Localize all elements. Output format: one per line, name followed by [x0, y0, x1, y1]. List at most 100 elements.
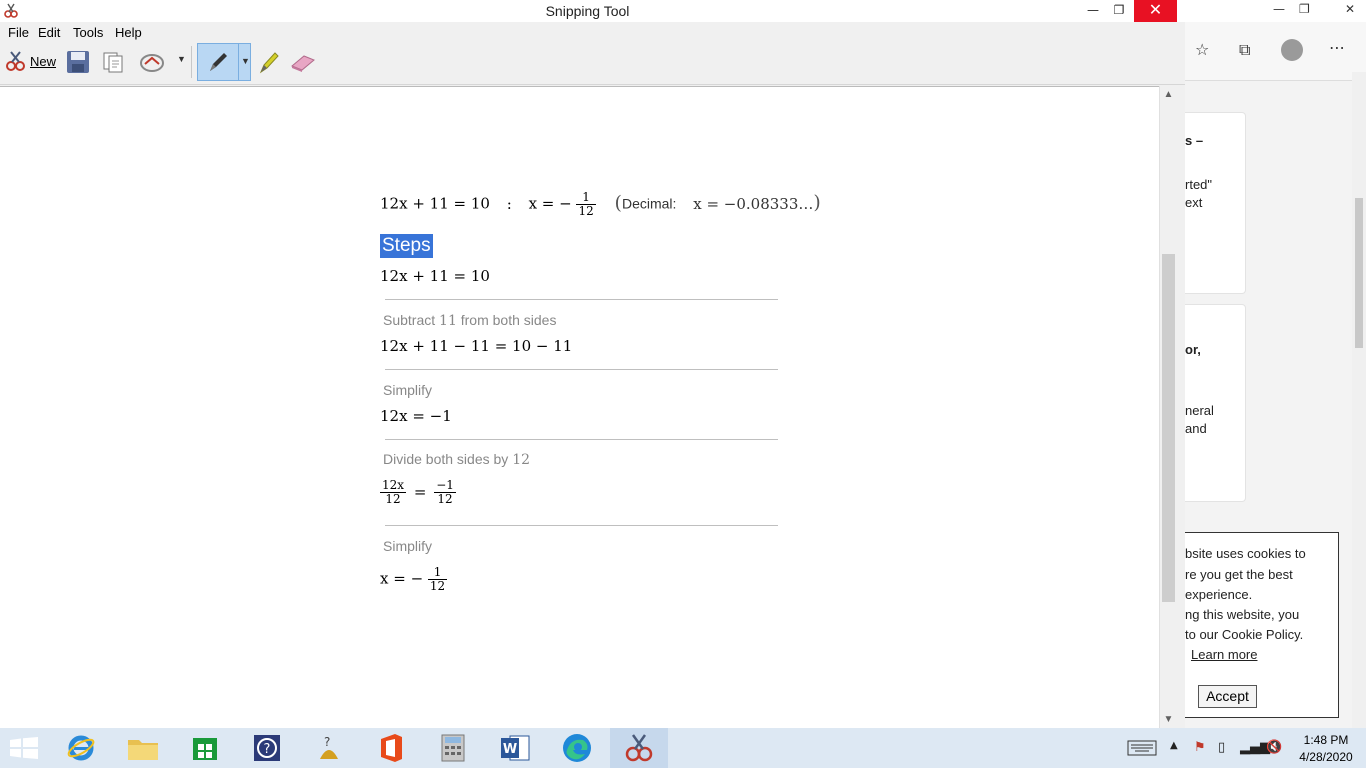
fraction-denominator: 12: [429, 579, 446, 593]
restore-button[interactable]: ❐: [1106, 0, 1132, 22]
pen-icon: [210, 53, 227, 71]
cookie-text: bsite uses cookies to: [1185, 546, 1306, 561]
favorites-star-icon[interactable]: ☆: [1195, 40, 1209, 59]
highlighter-icon: [259, 52, 279, 74]
browser-restore-button[interactable]: ❐: [1299, 2, 1310, 16]
accept-cookies-button[interactable]: Accept: [1198, 685, 1257, 708]
step4-fraction: 1 12: [427, 566, 448, 593]
taskbar-office[interactable]: [362, 728, 420, 768]
scroll-up-arrow-icon[interactable]: ▲: [1160, 86, 1177, 103]
browser-scrollbar-thumb[interactable]: [1355, 198, 1363, 348]
fraction-numerator: −1: [434, 478, 456, 493]
step-divider: [385, 369, 778, 370]
browser-close-button[interactable]: ✕: [1345, 2, 1355, 16]
help-icon: ?: [254, 735, 280, 761]
pen-dropdown-arrow-icon[interactable]: ▼: [241, 56, 250, 66]
menu-file[interactable]: File: [8, 25, 29, 40]
browser-toolbar: ☆ ⧉ ⋯: [1185, 22, 1366, 81]
menu-tools[interactable]: Tools: [73, 25, 103, 40]
titlebar: Snipping Tool — ❐ ✕: [0, 0, 1185, 22]
pen-tool-button[interactable]: ▼: [197, 43, 251, 81]
decimal-label: Decimal:: [621, 195, 677, 212]
step2-equation: 12x = −1: [380, 407, 452, 425]
step2-label: Simplify: [383, 382, 433, 398]
answer-separator: :: [506, 194, 512, 213]
highlighter-button[interactable]: [258, 50, 280, 76]
fraction-denominator: 12: [437, 492, 453, 506]
clock-date[interactable]: 4/28/2020: [1290, 750, 1362, 764]
send-email-icon: [140, 54, 164, 72]
fraction-denominator: 12: [578, 204, 594, 218]
fraction-numerator: 1: [576, 191, 596, 205]
step0-equation: 12x + 11 = 10: [380, 267, 490, 285]
step-divider: [385, 439, 778, 440]
clock-time[interactable]: 1:48 PM: [1290, 733, 1362, 747]
answer-equation: 12x + 11 = 10: [380, 194, 490, 213]
equation-text: x = −: [380, 569, 424, 588]
article-card-2[interactable]: or, neral and: [1185, 304, 1246, 502]
card-text: or,: [1185, 342, 1201, 357]
taskbar-calculator[interactable]: [424, 728, 482, 768]
menu-edit[interactable]: Edit: [38, 25, 60, 40]
background-browser-window: — ❐ ✕ ☆ ⧉ ⋯ s – rted" ext or, neral and …: [1185, 0, 1366, 728]
send-snip-button[interactable]: ▼: [140, 50, 190, 76]
new-snip-button[interactable]: New: [3, 50, 57, 76]
taskbar-help[interactable]: ?: [238, 728, 296, 768]
toolbar: New ▼ ▼: [0, 42, 1185, 85]
collections-icon[interactable]: ⧉: [1239, 40, 1250, 60]
scroll-down-arrow-icon[interactable]: ▼: [1160, 711, 1177, 728]
article-card-1[interactable]: s – rted" ext: [1185, 112, 1246, 294]
taskbar-word[interactable]: W: [486, 728, 544, 768]
step1-label: Subtract 11 from both sides: [383, 312, 556, 329]
folder-icon: [128, 740, 158, 760]
step4-label: Simplify: [383, 538, 433, 554]
edge-browser-icon: [563, 734, 591, 762]
profile-avatar[interactable]: [1281, 39, 1303, 61]
more-options-icon[interactable]: ⋯: [1329, 38, 1345, 57]
equals-sign: =: [413, 482, 427, 501]
snipping-tool-icon: [625, 734, 653, 762]
step3-equation: 12x 12 = −1 12: [380, 479, 456, 506]
windows-start-icon[interactable]: [10, 737, 38, 759]
save-button[interactable]: [66, 50, 90, 76]
menu-help[interactable]: Help: [115, 25, 142, 40]
label-number: 12: [512, 452, 531, 468]
canvas-scrollbar[interactable]: ▲ ▼: [1159, 86, 1177, 728]
action-center-flag-icon[interactable]: ⚑: [1194, 740, 1206, 755]
battery-icon[interactable]: ▯: [1218, 740, 1225, 755]
answer-variable: x = −: [528, 194, 572, 213]
taskbar-get-help[interactable]: ?: [300, 728, 358, 768]
step1-equation: 12x + 11 − 11 = 10 − 11: [380, 337, 573, 355]
calculator-icon: [441, 734, 465, 762]
pen-divider: [238, 44, 239, 80]
taskbar-internet-explorer[interactable]: [52, 728, 110, 768]
dropdown-arrow-icon[interactable]: ▼: [177, 54, 186, 64]
answer-fraction: 1 12: [576, 191, 596, 218]
learn-more-link[interactable]: Learn more: [1191, 647, 1257, 662]
show-hidden-icons-icon[interactable]: ▲: [1170, 740, 1178, 751]
step3-fraction-left: 12x 12: [380, 478, 407, 506]
taskbar-file-explorer[interactable]: [114, 728, 172, 768]
fraction-numerator: 12x: [380, 478, 407, 493]
get-help-icon: ?: [320, 735, 338, 759]
decimal-value: x = −0.08333…: [693, 194, 814, 213]
label-text: Subtract: [383, 312, 436, 328]
taskbar-snipping-tool[interactable]: [610, 728, 668, 768]
minimize-button[interactable]: —: [1080, 0, 1106, 22]
touch-keyboard-icon[interactable]: [1127, 740, 1157, 756]
internet-explorer-icon: [67, 735, 95, 761]
close-button[interactable]: ✕: [1134, 0, 1177, 22]
canvas-scrollbar-thumb[interactable]: [1162, 254, 1175, 602]
fraction-numerator: 1: [427, 566, 448, 580]
eraser-button[interactable]: [290, 50, 316, 76]
snip-canvas[interactable]: 12x + 11 = 10 : x = − 1 12 (Decimal: x = …: [0, 86, 1160, 729]
scissors-icon: [6, 51, 25, 71]
browser-scrollbar[interactable]: [1352, 72, 1366, 728]
browser-minimize-button[interactable]: —: [1273, 2, 1285, 16]
volume-muted-icon[interactable]: 🔇: [1266, 740, 1282, 755]
taskbar-edge[interactable]: [548, 728, 606, 768]
card-text: and: [1185, 421, 1207, 436]
taskbar-store[interactable]: [176, 728, 234, 768]
copy-button[interactable]: [101, 50, 125, 76]
step4-equation: x = − 1 12: [380, 566, 448, 593]
